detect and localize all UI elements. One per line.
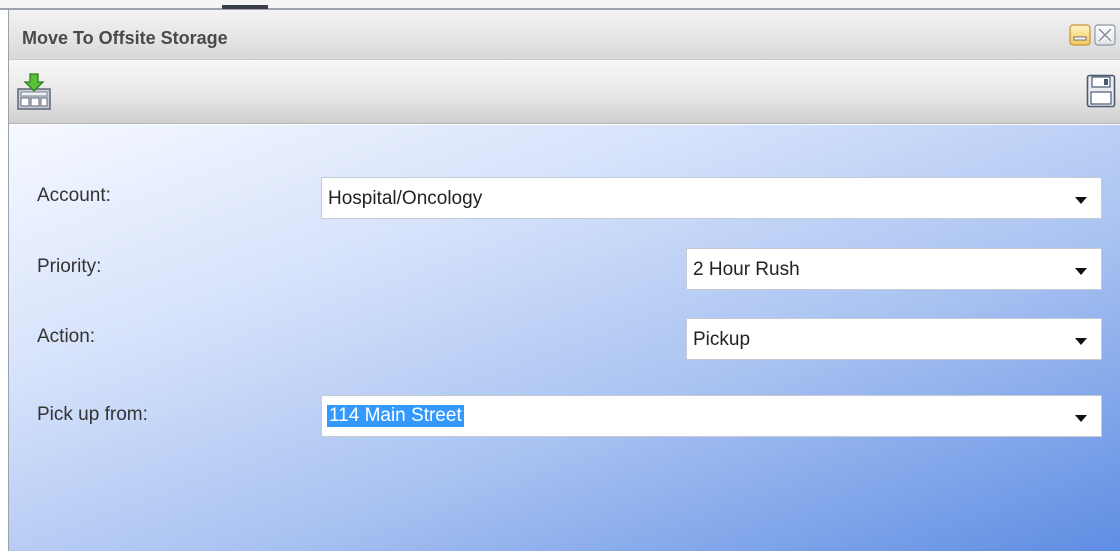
priority-label: Priority: xyxy=(37,256,102,277)
pick-up-from-label: Pick up from: xyxy=(37,404,148,425)
minimize-button[interactable] xyxy=(1069,24,1091,46)
close-icon xyxy=(1094,24,1116,46)
move-to-storage-button[interactable] xyxy=(15,72,55,112)
chevron-down-icon[interactable] xyxy=(1075,197,1087,204)
top-strip xyxy=(0,0,1120,10)
move-to-storage-icon xyxy=(17,73,51,110)
account-value: Hospital/Oncology xyxy=(328,188,483,209)
pick-up-from-dropdown[interactable]: 114 Main Street xyxy=(321,395,1102,437)
save-button[interactable] xyxy=(1086,74,1116,108)
pick-up-from-value[interactable]: 114 Main Street xyxy=(327,405,464,427)
account-label: Account: xyxy=(37,185,111,206)
tab-indicator xyxy=(222,5,268,9)
toolbar xyxy=(9,60,1120,124)
move-to-offsite-storage-window: Move To Offsite Storage Account: Hospita… xyxy=(8,10,1120,551)
title-bar: Move To Offsite Storage xyxy=(9,10,1120,60)
window-title: Move To Offsite Storage xyxy=(22,28,228,48)
chevron-down-icon[interactable] xyxy=(1075,415,1087,422)
action-dropdown[interactable]: Pickup xyxy=(686,318,1102,360)
action-value: Pickup xyxy=(693,329,751,350)
close-button[interactable] xyxy=(1094,24,1116,46)
minimize-icon xyxy=(1069,24,1091,46)
save-icon xyxy=(1086,74,1116,108)
storage-form: Account: Hospital/Oncology Priority: 2 H… xyxy=(9,125,1120,551)
priority-value: 2 Hour Rush xyxy=(693,259,800,280)
account-dropdown[interactable]: Hospital/Oncology xyxy=(321,177,1102,219)
chevron-down-icon[interactable] xyxy=(1075,338,1087,345)
action-label: Action: xyxy=(37,326,96,347)
chevron-down-icon[interactable] xyxy=(1075,268,1087,275)
priority-dropdown[interactable]: 2 Hour Rush xyxy=(686,248,1102,290)
